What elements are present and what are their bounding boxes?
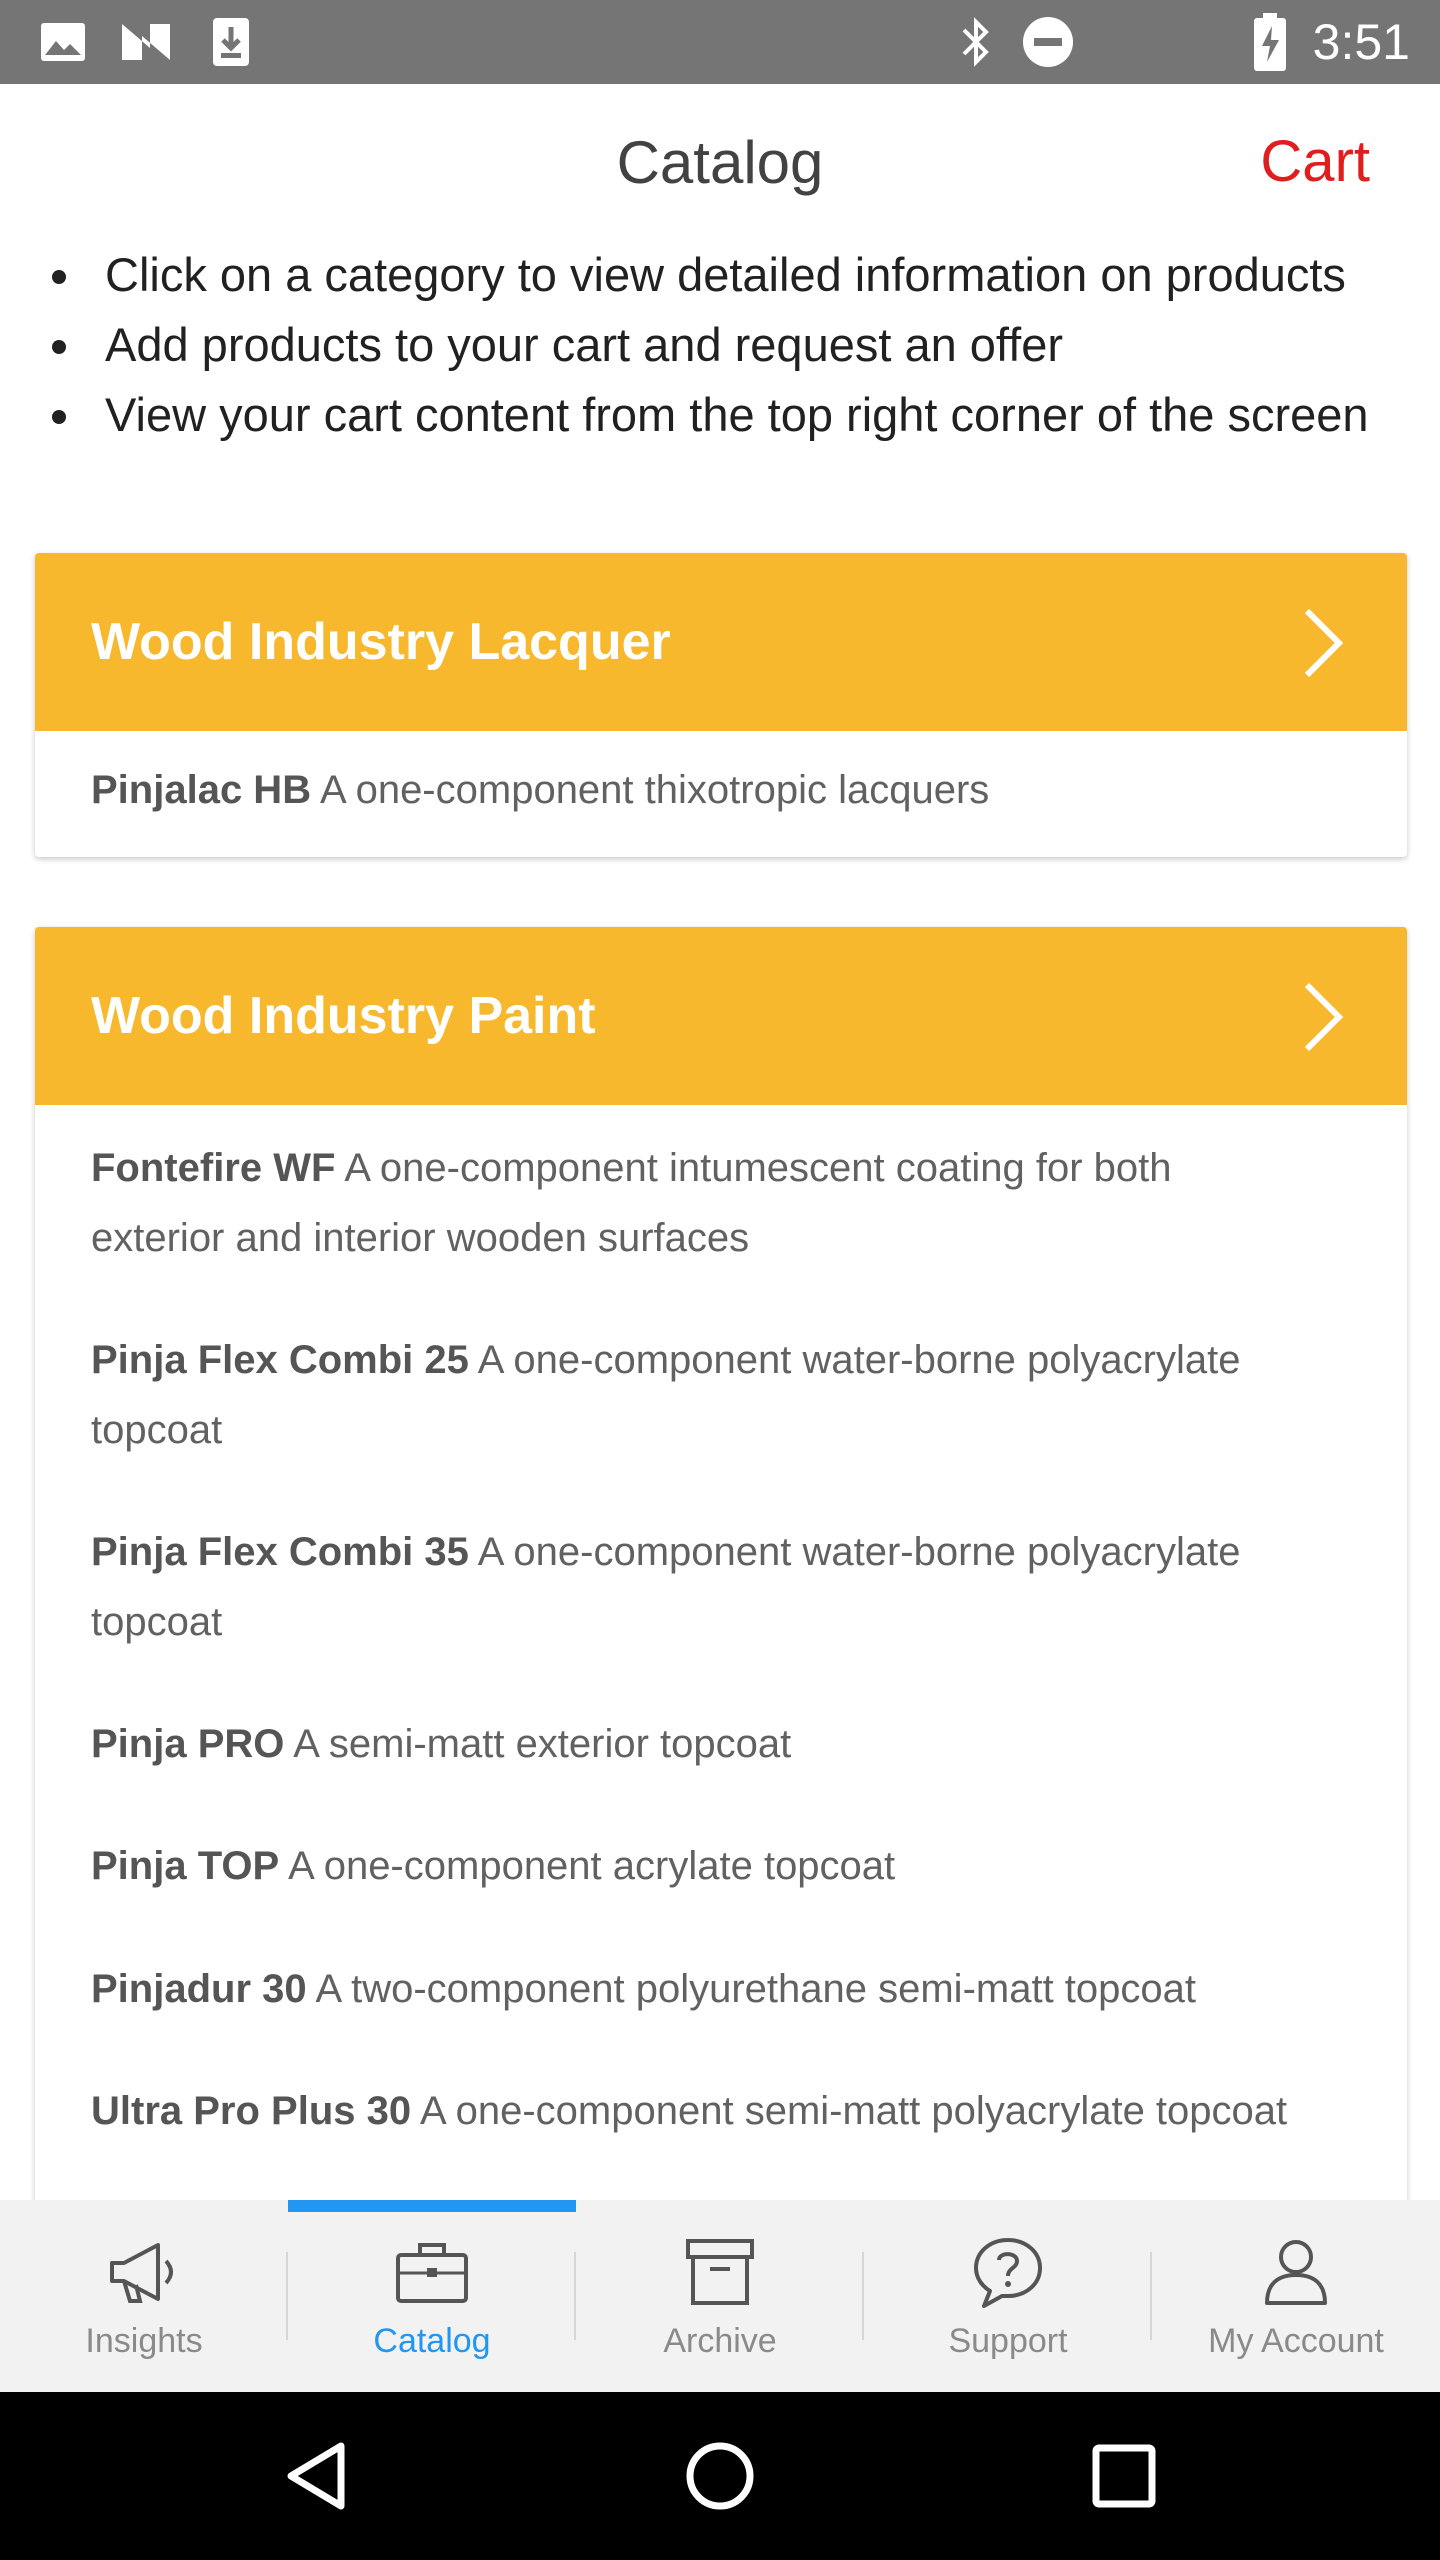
product-item[interactable]: Pinja Flex Combi 35 A one-component wate… [35, 1517, 1407, 1657]
category-header[interactable]: Wood Industry Lacquer [35, 553, 1407, 731]
bullet [52, 270, 66, 284]
category-title: Wood Industry Paint [91, 987, 596, 1045]
product-description: A semi-matt exterior topcoat [293, 1722, 792, 1766]
product-description: A one-component intumescent coating for … [344, 1146, 1172, 1190]
category-card-wood-industry-lacquer: Wood Industry Lacquer Pinjalac HB A one-… [35, 553, 1407, 857]
instruction-text: Click on a category to view detailed inf… [105, 248, 1346, 301]
nav-label: Support [948, 2322, 1068, 2360]
instructions-list: Click on a category to view detailed inf… [0, 240, 1440, 450]
instruction-item: View your cart content from the top righ… [0, 380, 1440, 450]
page-title: Catalog [616, 129, 824, 196]
instruction-text: Add products to your cart and request an… [105, 318, 1063, 371]
chevron-right-icon [1304, 608, 1344, 678]
instruction-text: View your cart content from the top righ… [105, 388, 1369, 441]
do-not-disturb-icon [1022, 0, 1074, 84]
nav-label: Archive [663, 2322, 777, 2360]
nav-item-catalog[interactable]: Catalog [288, 2200, 576, 2392]
image-icon [40, 0, 86, 84]
home-circle-icon [686, 2442, 754, 2510]
bottom-navigation: Insights Catalog Archive Support My Acco… [0, 2200, 1440, 2392]
briefcase-icon [394, 2232, 470, 2312]
product-name: Fontefire WF [91, 1146, 336, 1190]
product-item[interactable]: Pinjadur 30 A two-component polyurethane… [35, 1954, 1407, 2024]
question-bubble-icon [970, 2232, 1046, 2312]
bullet [52, 340, 66, 354]
product-name: Pinjadur 30 [91, 1967, 307, 2011]
instruction-item: Click on a category to view detailed inf… [0, 240, 1440, 310]
nav-label: Insights [85, 2322, 203, 2360]
product-description: A one-component water-borne polyacrylate [477, 1338, 1241, 1382]
system-navigation-bar [0, 2392, 1440, 2560]
product-description: A one-component semi-matt polyacrylate t… [420, 2089, 1288, 2133]
product-item[interactable]: Ultra Pro Plus 30 A one-component semi-m… [35, 2076, 1407, 2146]
product-name: Pinja TOP [91, 1844, 280, 1888]
app-header: Catalog Cart [0, 84, 1440, 240]
nav-item-support[interactable]: Support [864, 2200, 1152, 2392]
product-description-cont: topcoat [91, 1408, 223, 1452]
product-description-cont: exterior and interior wooden surfaces [91, 1216, 750, 1260]
product-item[interactable]: Pinja PRO A semi-matt exterior topcoat [35, 1709, 1407, 1779]
product-description: A one-component water-borne polyacrylate [477, 1530, 1241, 1574]
product-name: Pinja Flex Combi 35 [91, 1530, 469, 1574]
home-button[interactable] [640, 2392, 800, 2560]
product-item[interactable]: Pinja Flex Combi 25 A one-component wate… [35, 1325, 1407, 1465]
product-item[interactable]: Pinjalac HB A one-component thixotropic … [35, 731, 1407, 825]
battery-charging-icon [1252, 0, 1288, 84]
product-item[interactable]: Fontefire WF A one-component intumescent… [35, 1133, 1407, 1273]
product-description: A one-component thixotropic lacquers [319, 768, 990, 812]
download-icon [212, 0, 250, 84]
megaphone-icon [106, 2232, 182, 2312]
product-description: A one-component acrylate topcoat [288, 1844, 896, 1888]
back-triangle-icon [287, 2442, 345, 2510]
status-bar: 3:51 [0, 0, 1440, 84]
archive-box-icon [684, 2232, 756, 2312]
status-time: 3:51 [1312, 14, 1410, 70]
instruction-item: Add products to your cart and request an… [0, 310, 1440, 380]
category-header[interactable]: Wood Industry Paint [35, 927, 1407, 1105]
product-description-cont: topcoat [91, 1600, 223, 1644]
nav-label: My Account [1208, 2322, 1384, 2360]
product-name: Ultra Pro Plus 30 [91, 2089, 412, 2133]
recents-square-icon [1092, 2444, 1156, 2508]
nav-item-insights[interactable]: Insights [0, 2200, 288, 2392]
bluetooth-icon [958, 0, 994, 84]
nav-item-archive[interactable]: Archive [576, 2200, 864, 2392]
product-item[interactable]: Pinja TOP A one-component acrylate topco… [35, 1831, 1407, 1901]
nav-item-my-account[interactable]: My Account [1152, 2200, 1440, 2392]
back-button[interactable] [236, 2392, 396, 2560]
person-icon [1263, 2232, 1329, 2312]
product-name: Pinja Flex Combi 25 [91, 1338, 469, 1382]
product-name: Pinjalac HB [91, 768, 312, 812]
bullet [52, 410, 66, 424]
product-name: Pinja PRO [91, 1722, 285, 1766]
category-title: Wood Industry Lacquer [91, 613, 671, 671]
nav-label: Catalog [373, 2322, 491, 2360]
recents-button[interactable] [1044, 2392, 1204, 2560]
product-description: A two-component polyurethane semi-matt t… [315, 1967, 1196, 2011]
chevron-right-icon [1304, 982, 1344, 1052]
category-card-wood-industry-paint: Wood Industry Paint Fontefire WF A one-c… [35, 927, 1407, 2227]
cart-button[interactable]: Cart [1260, 128, 1370, 195]
n-logo-icon [120, 0, 172, 84]
